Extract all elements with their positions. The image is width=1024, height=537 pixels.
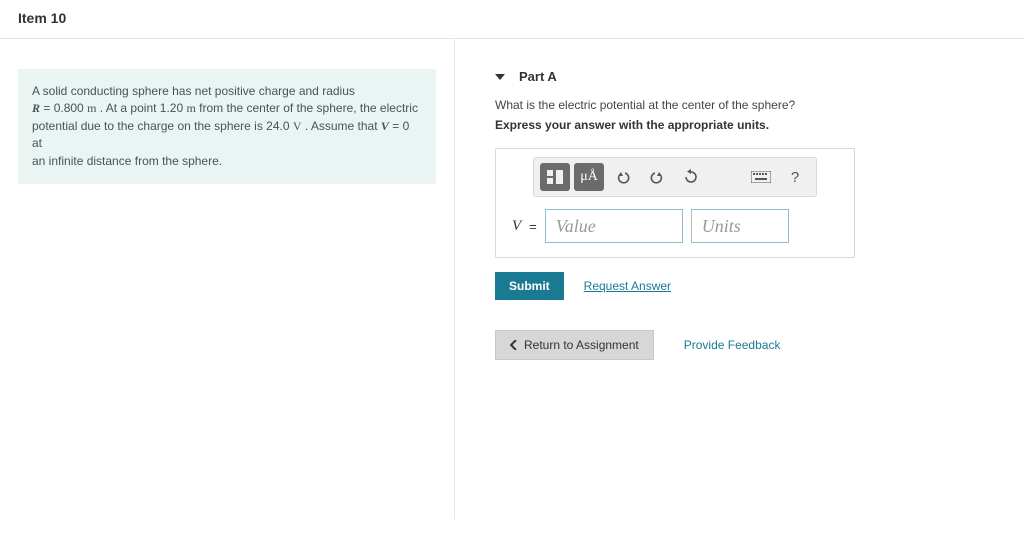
answer-variable: V <box>512 218 521 235</box>
help-button[interactable]: ? <box>780 163 810 191</box>
request-answer-link[interactable]: Request Answer <box>584 279 671 293</box>
reset-icon <box>683 169 699 185</box>
instruction-text: Express your answer with the appropriate… <box>495 118 1006 132</box>
page-title: Item 10 <box>18 10 1006 26</box>
chevron-left-icon <box>510 340 518 350</box>
caret-down-icon <box>495 74 505 80</box>
submit-button[interactable]: Submit <box>495 272 564 300</box>
redo-icon <box>649 170 665 184</box>
problem-text: . At a point 1.20 <box>96 101 186 115</box>
part-header[interactable]: Part A <box>495 69 1006 88</box>
redo-button[interactable] <box>642 163 672 191</box>
problem-text: potential due to the charge on the spher… <box>32 119 293 133</box>
return-button[interactable]: Return to Assignment <box>495 330 654 360</box>
problem-text: from the center of the sphere, the elect… <box>196 101 418 115</box>
units-input[interactable] <box>691 209 789 243</box>
unit-V: V <box>293 119 302 133</box>
question-text: What is the electric potential at the ce… <box>495 98 1006 112</box>
problem-text: . Assume that <box>302 119 381 133</box>
template-icon <box>546 169 564 185</box>
problem-text: an infinite distance from the sphere. <box>32 154 222 168</box>
answer-container: μÅ <box>495 148 855 258</box>
problem-statement: A solid conducting sphere has net positi… <box>18 69 436 184</box>
undo-button[interactable] <box>608 163 638 191</box>
equals-sign: = <box>529 219 537 234</box>
answer-panel: Part A What is the electric potential at… <box>455 39 1024 519</box>
keyboard-button[interactable] <box>746 163 776 191</box>
problem-panel: A solid conducting sphere has net positi… <box>0 39 455 519</box>
value-input[interactable] <box>545 209 683 243</box>
undo-icon <box>615 170 631 184</box>
unit-m: m <box>87 101 96 115</box>
units-button[interactable]: μÅ <box>574 163 604 191</box>
keyboard-icon <box>751 171 771 183</box>
answer-toolbar: μÅ <box>533 157 817 197</box>
template-button[interactable] <box>540 163 570 191</box>
unit-m: m <box>186 101 195 115</box>
problem-text: = 0.800 <box>40 101 87 115</box>
return-label: Return to Assignment <box>524 338 639 352</box>
part-label: Part A <box>519 69 557 84</box>
var-R: R <box>32 101 40 115</box>
var-V: V <box>381 119 389 133</box>
answer-input-row: V = <box>506 209 844 243</box>
units-icon: μÅ <box>580 169 598 185</box>
problem-text: A solid conducting sphere has net positi… <box>32 84 355 98</box>
reset-button[interactable] <box>676 163 706 191</box>
help-icon: ? <box>791 169 799 186</box>
feedback-link[interactable]: Provide Feedback <box>684 338 781 352</box>
